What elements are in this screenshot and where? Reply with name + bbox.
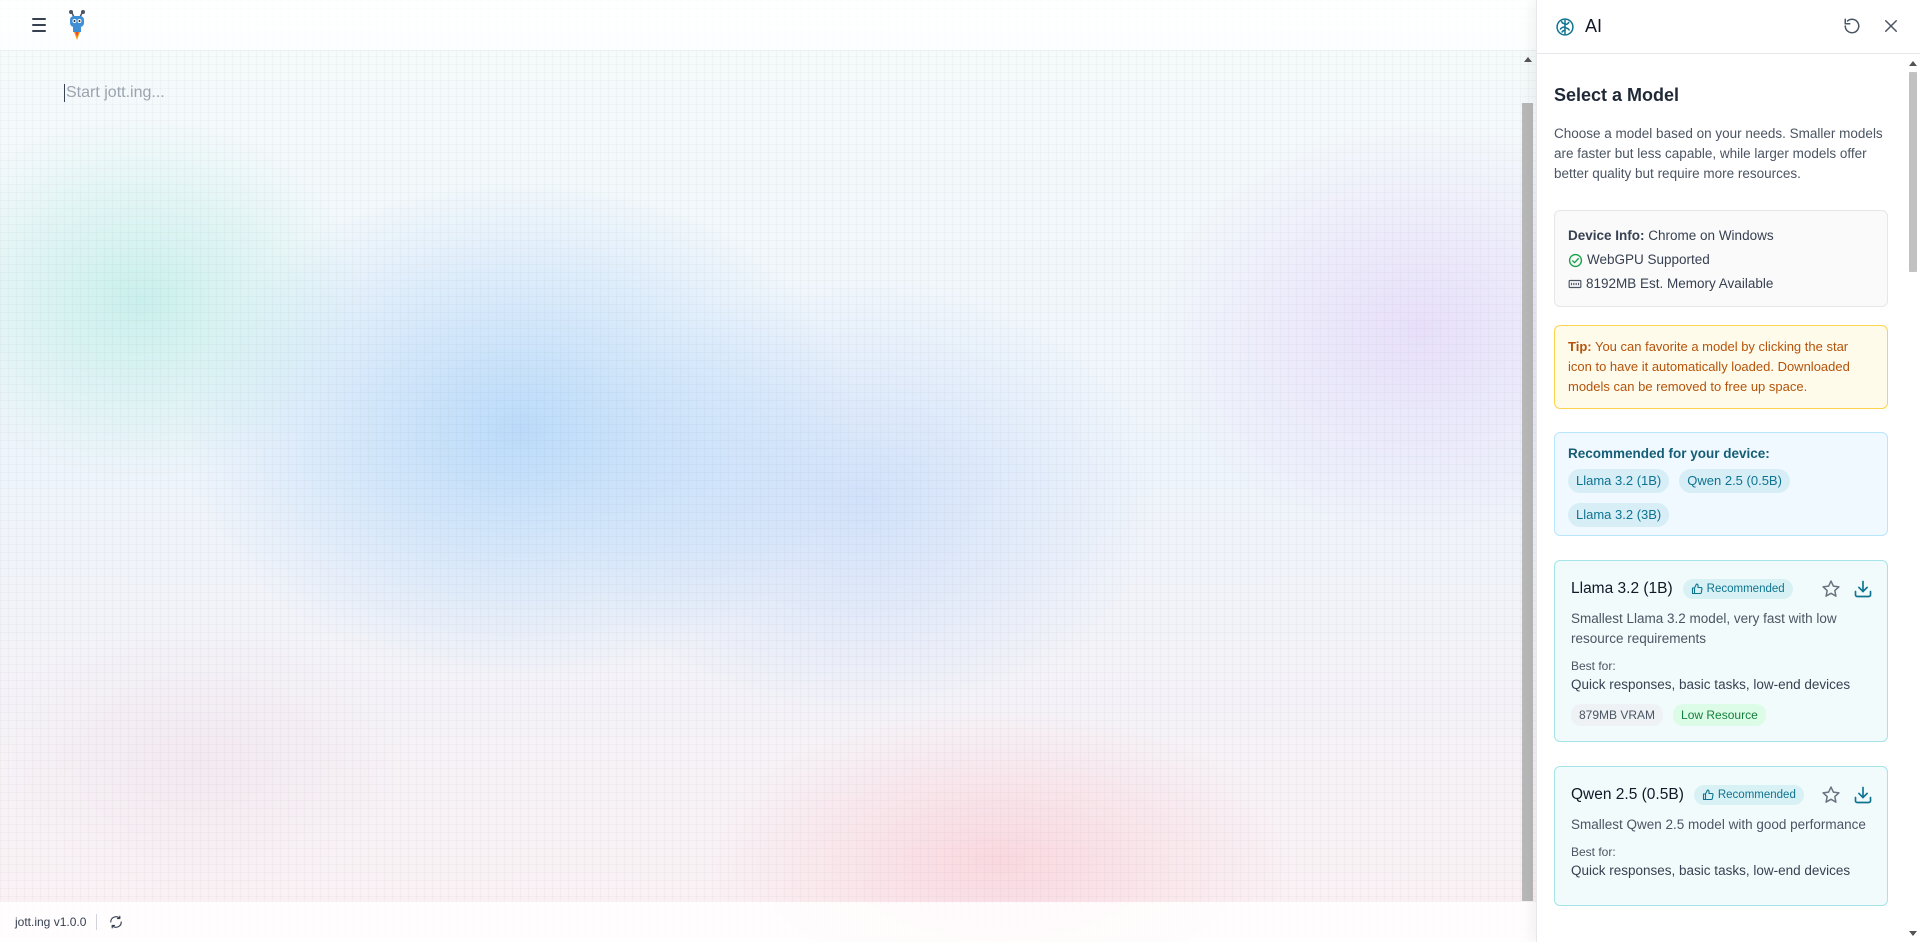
app-version: jott.ing v1.0.0	[15, 915, 87, 929]
device-info-label: Device Info:	[1568, 228, 1645, 243]
brain-icon	[1556, 17, 1574, 36]
reset-icon[interactable]	[1843, 17, 1861, 35]
top-bar	[0, 0, 1536, 51]
recommended-chip-llama-3b[interactable]: Llama 3.2 (3B)	[1568, 503, 1670, 527]
recommended-badge: Recommended	[1693, 785, 1804, 805]
star-icon[interactable]	[1821, 579, 1841, 599]
thumbs-up-icon	[1702, 789, 1714, 801]
scroll-up-icon[interactable]	[1524, 57, 1532, 62]
editor-input[interactable]: Start jott.ing...	[64, 84, 1504, 102]
check-circle-icon	[1568, 253, 1583, 267]
resource-tag: Low Resource	[1673, 704, 1766, 726]
model-card[interactable]: Llama 3.2 (1B) Recommended Smallest Llam…	[1554, 560, 1888, 742]
recommended-box: Recommended for your device: Llama 3.2 (…	[1554, 432, 1888, 536]
device-info: Device Info: Chrome on Windows WebGPU Su…	[1554, 210, 1888, 307]
scrollbar-thumb[interactable]	[1909, 72, 1917, 272]
vram-tag: 879MB VRAM	[1571, 704, 1664, 726]
best-for-value: Quick responses, basic tasks, low-end de…	[1571, 677, 1851, 692]
ai-panel-body: Select a Model Choose a model based on y…	[1537, 55, 1905, 942]
recommended-title: Recommended for your device:	[1568, 446, 1770, 461]
badge-label: Recommended	[1706, 583, 1785, 595]
memory-available: 8192MB Est. Memory Available	[1586, 276, 1774, 291]
panel-scrollbar[interactable]	[1905, 55, 1920, 942]
badge-label: Recommended	[1717, 789, 1796, 801]
select-model-heading: Select a Model	[1554, 85, 1680, 105]
model-name: Llama 3.2 (1B)	[1571, 580, 1673, 597]
best-for-value: Quick responses, basic tasks, low-end de…	[1571, 863, 1851, 878]
memory-icon	[1568, 279, 1582, 289]
recommended-chips: Llama 3.2 (1B) Qwen 2.5 (0.5B) Llama 3.2…	[1568, 469, 1874, 527]
model-description: Smallest Qwen 2.5 model with good perfor…	[1571, 817, 1866, 832]
scrollbar-thumb[interactable]	[1522, 103, 1533, 901]
tip-label: Tip:	[1568, 339, 1592, 354]
best-for-label: Best for:	[1571, 659, 1616, 673]
webgpu-status: WebGPU Supported	[1587, 252, 1710, 267]
intro-text: Choose a model based on your needs. Smal…	[1554, 126, 1883, 181]
close-icon[interactable]	[1882, 17, 1900, 35]
recommended-chip-llama-1b[interactable]: Llama 3.2 (1B)	[1568, 469, 1670, 493]
footer-divider	[96, 914, 98, 930]
device-info-value: Chrome on Windows	[1644, 228, 1774, 243]
thumbs-up-icon	[1691, 583, 1703, 595]
tip-box: Tip: You can favorite a model by clickin…	[1554, 325, 1888, 409]
scroll-up-icon[interactable]	[1909, 61, 1917, 66]
best-for-label: Best for:	[1571, 845, 1616, 859]
star-icon[interactable]	[1821, 785, 1841, 805]
editor-scrollbar[interactable]	[1520, 51, 1536, 901]
app-logo	[69, 10, 85, 40]
model-name: Qwen 2.5 (0.5B)	[1571, 786, 1684, 803]
download-icon[interactable]	[1853, 579, 1873, 599]
editor-area: Start jott.ing... jott.ing v1.0.0	[0, 0, 1536, 942]
panel-title: AI	[1585, 16, 1603, 36]
tip-text: You can favorite a model by clicking the…	[1568, 339, 1850, 394]
model-description: Smallest Llama 3.2 model, very fast with…	[1571, 611, 1837, 646]
scroll-down-icon[interactable]	[1909, 931, 1917, 936]
recommended-badge: Recommended	[1682, 579, 1793, 599]
download-icon[interactable]	[1853, 785, 1873, 805]
ai-panel: AI Select a Model Choose a model based o…	[1536, 0, 1920, 942]
menu-icon[interactable]	[26, 12, 52, 38]
footer: jott.ing v1.0.0	[0, 902, 1536, 942]
ai-panel-header: AI	[1537, 0, 1920, 54]
recommended-chip-qwen-0-5b[interactable]: Qwen 2.5 (0.5B)	[1679, 469, 1790, 493]
refresh-icon[interactable]	[109, 915, 123, 929]
model-card[interactable]: Qwen 2.5 (0.5B) Recommended Smallest Qwe…	[1554, 766, 1888, 906]
